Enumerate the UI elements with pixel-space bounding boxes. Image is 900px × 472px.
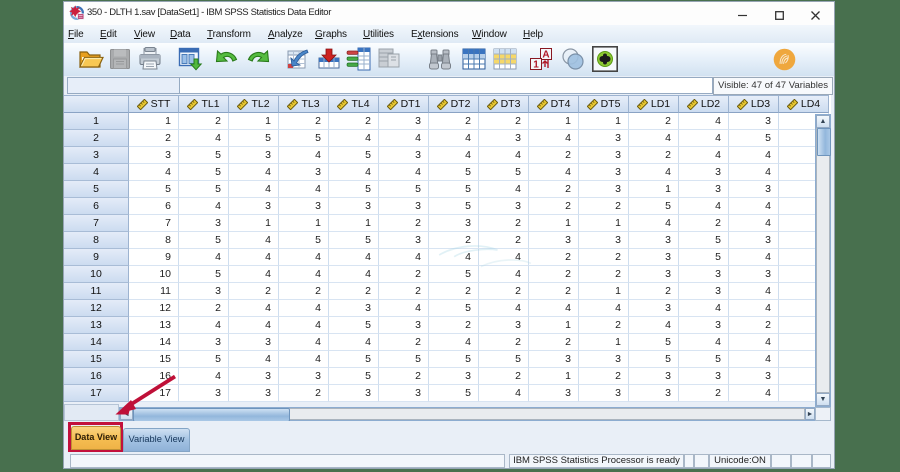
svg-text:A: A [542,50,549,61]
svg-text:1: 1 [533,60,539,71]
